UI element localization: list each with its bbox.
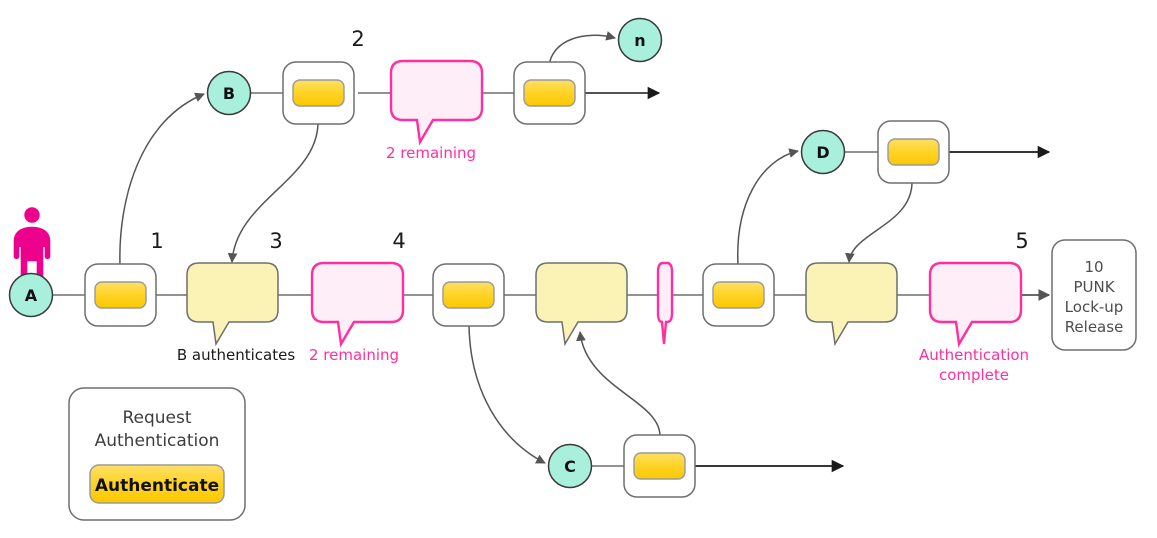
node-a[interactable]: A bbox=[8, 272, 54, 318]
node-c-label: C bbox=[564, 457, 576, 476]
step-number-2: 2 bbox=[351, 27, 364, 51]
auth-card-branch-c[interactable] bbox=[623, 434, 696, 498]
node-b-label: B bbox=[223, 84, 235, 103]
caption-b-authenticates: B authenticates bbox=[177, 346, 295, 364]
authenticate-button[interactable] bbox=[442, 281, 495, 309]
lockup-line-3: Lock-up bbox=[1065, 298, 1124, 316]
caption-remaining-main: 2 remaining bbox=[309, 346, 399, 364]
node-d[interactable]: D bbox=[800, 129, 846, 175]
authenticate-button[interactable] bbox=[633, 452, 686, 480]
auth-card-step-4[interactable] bbox=[432, 263, 505, 327]
diagram-canvas: A B C D n 10 PUNK Lock-up Release 1 2 3 … bbox=[0, 0, 1157, 538]
speech-bubble-collapsed bbox=[656, 261, 674, 345]
step-number-5: 5 bbox=[1015, 229, 1028, 253]
lockup-line-4: Release bbox=[1065, 318, 1124, 336]
auth-card-step-2[interactable] bbox=[282, 61, 355, 125]
step-number-1: 1 bbox=[150, 229, 163, 253]
authenticate-button[interactable] bbox=[292, 79, 345, 107]
lockup-line-1: 10 bbox=[1084, 258, 1103, 276]
node-n-label: n bbox=[634, 31, 645, 50]
step-number-3: 3 bbox=[269, 229, 282, 253]
lockup-release-box: 10 PUNK Lock-up Release bbox=[1051, 239, 1137, 351]
speech-bubble-authentication-complete bbox=[928, 261, 1023, 348]
caption-auth-complete-line2: complete bbox=[939, 366, 1009, 384]
caption-remaining-top: 2 remaining bbox=[386, 144, 476, 162]
legend-title-line1: Request bbox=[122, 408, 191, 428]
curve-card4-to-c bbox=[468, 324, 546, 464]
authenticate-button[interactable] bbox=[712, 281, 765, 309]
auth-card-step-1[interactable] bbox=[84, 263, 157, 327]
speech-bubble-2-remaining-top bbox=[389, 59, 484, 146]
authenticate-button[interactable] bbox=[887, 138, 940, 166]
authentication-flow-diagram: A B C D n 10 PUNK Lock-up Release 1 2 3 … bbox=[8, 17, 1137, 521]
speech-bubble-main-yellow-3 bbox=[805, 262, 898, 347]
curve-d-card-to-bubble bbox=[845, 181, 913, 263]
curve-card-to-d bbox=[737, 148, 799, 266]
request-authentication-legend: Request Authentication Authenticate bbox=[68, 387, 246, 521]
auth-card-branch-d[interactable] bbox=[877, 120, 950, 184]
step-number-4: 4 bbox=[392, 229, 405, 253]
node-a-label: A bbox=[25, 286, 38, 305]
node-b[interactable]: B bbox=[206, 70, 252, 116]
node-c[interactable]: C bbox=[547, 443, 593, 489]
auth-card-branch-b-2[interactable] bbox=[513, 61, 586, 125]
curve-c-card-to-bubble bbox=[576, 331, 661, 437]
authenticate-button[interactable] bbox=[94, 281, 147, 309]
lockup-line-2: PUNK bbox=[1073, 278, 1115, 296]
node-n[interactable]: n bbox=[617, 17, 663, 63]
legend-authenticate-button-label: Authenticate bbox=[95, 476, 219, 496]
authenticate-button[interactable] bbox=[523, 79, 576, 107]
auth-card-main-5[interactable] bbox=[702, 263, 775, 327]
speech-bubble-2-remaining-main bbox=[310, 261, 405, 348]
speech-bubble-main-yellow-2 bbox=[535, 262, 628, 347]
caption-auth-complete-line1: Authentication bbox=[919, 346, 1029, 364]
node-d-label: D bbox=[816, 143, 829, 162]
speech-bubble-b-authenticates bbox=[186, 262, 279, 347]
legend-title-line2: Authentication bbox=[95, 431, 220, 451]
